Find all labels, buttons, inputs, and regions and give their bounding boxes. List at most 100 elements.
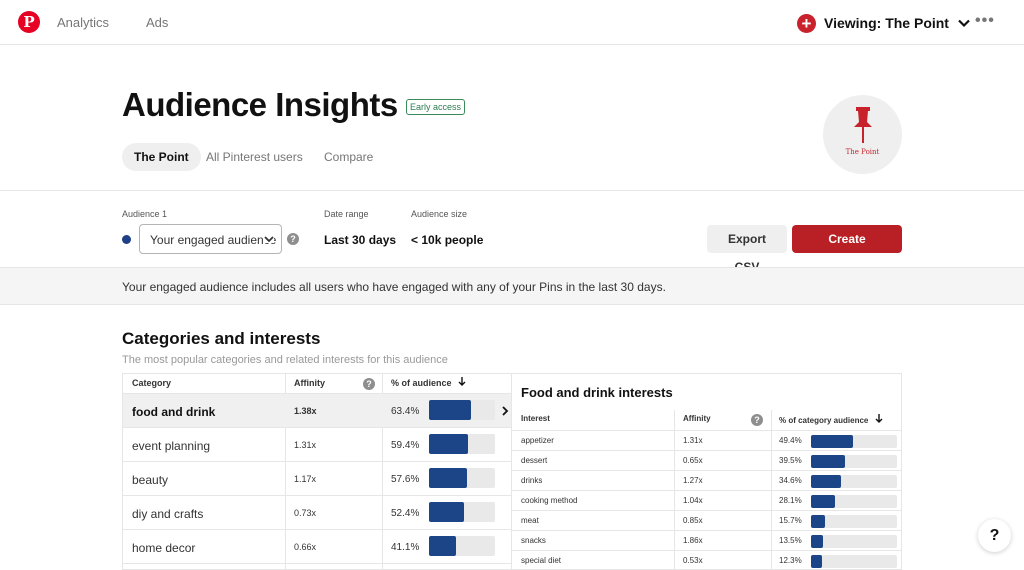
page-title: Audience Insights bbox=[122, 86, 398, 123]
interests-table: Food and drink interests Interest Affini… bbox=[512, 373, 902, 570]
column-header-label: % of audience bbox=[391, 378, 452, 388]
pinterest-logo-icon[interactable]: P bbox=[18, 11, 40, 33]
help-button[interactable]: ? bbox=[978, 519, 1011, 552]
category-bar-fill bbox=[811, 555, 822, 568]
interest-row[interactable]: dessert 0.65x 39.5% bbox=[512, 450, 901, 470]
create-plus-icon[interactable]: + bbox=[797, 13, 816, 33]
audience-bar-fill bbox=[429, 536, 457, 556]
interest-percent: 28.1% bbox=[779, 496, 802, 505]
column-header-affinity[interactable]: Affinity bbox=[683, 414, 711, 423]
category-bar-track bbox=[811, 515, 897, 528]
category-bar-fill bbox=[811, 475, 841, 488]
early-access-badge: Early access bbox=[406, 99, 466, 115]
chevron-down-icon bbox=[264, 235, 274, 243]
interest-percent: 39.5% bbox=[779, 456, 802, 465]
category-row[interactable]: diy and crafts 0.73x 52.4% bbox=[123, 495, 511, 529]
category-name: home decor bbox=[132, 541, 196, 555]
column-header-category[interactable]: Category bbox=[132, 374, 171, 393]
interest-name: snacks bbox=[521, 536, 546, 545]
account-switcher[interactable]: + Viewing: The Point bbox=[797, 12, 971, 34]
audience-select[interactable]: Your engaged audience bbox=[139, 224, 282, 254]
audience-bar-track bbox=[429, 434, 495, 454]
interest-name: meat bbox=[521, 516, 539, 525]
audience-bar-fill bbox=[429, 400, 471, 420]
category-affinity: 1.38x bbox=[294, 406, 317, 416]
interest-row[interactable]: special diet 0.53x 12.3% bbox=[512, 550, 901, 569]
tab-all-pinterest-users[interactable]: All Pinterest users bbox=[194, 143, 315, 171]
category-percent: 63.4% bbox=[391, 406, 420, 417]
category-percent: 59.4% bbox=[391, 440, 420, 451]
category-affinity: 1.17x bbox=[294, 474, 317, 484]
pushpin-icon bbox=[854, 107, 872, 143]
category-bar-fill bbox=[811, 535, 823, 548]
interest-row[interactable]: appetizer 1.31x 49.4% bbox=[512, 430, 901, 450]
sort-arrow-down-icon[interactable] bbox=[875, 414, 883, 423]
chevron-down-icon[interactable] bbox=[957, 16, 971, 30]
header-divider bbox=[0, 190, 1024, 191]
interest-row[interactable]: drinks 1.27x 34.6% bbox=[512, 470, 901, 490]
interests-title: Food and drink interests bbox=[521, 385, 673, 400]
interest-row[interactable]: meat 0.85x 15.7% bbox=[512, 510, 901, 530]
category-row[interactable] bbox=[123, 563, 511, 569]
category-row[interactable]: event planning 1.31x 59.4% bbox=[123, 427, 511, 461]
interest-affinity: 0.53x bbox=[683, 556, 703, 565]
category-percent: 57.6% bbox=[391, 474, 420, 485]
interest-row[interactable]: cooking method 1.04x 28.1% bbox=[512, 490, 901, 510]
audience-bar-track bbox=[429, 400, 495, 420]
interest-name: dessert bbox=[521, 456, 548, 465]
interest-affinity: 1.27x bbox=[683, 476, 703, 485]
category-name: diy and crafts bbox=[132, 507, 204, 521]
category-row[interactable]: beauty 1.17x 57.6% bbox=[123, 461, 511, 495]
interest-percent: 34.6% bbox=[779, 476, 802, 485]
tab-compare[interactable]: Compare bbox=[312, 143, 385, 171]
more-options-icon[interactable]: ••• bbox=[975, 12, 995, 30]
category-row[interactable]: food and drink 1.38x 63.4% bbox=[123, 393, 511, 427]
category-affinity: 1.31x bbox=[294, 440, 317, 450]
date-range-label: Date range bbox=[324, 209, 369, 219]
interest-percent: 13.5% bbox=[779, 536, 802, 545]
category-row[interactable]: home decor 0.66x 41.1% bbox=[123, 529, 511, 563]
nav-ads[interactable]: Ads bbox=[146, 15, 168, 30]
column-header-percent-category[interactable]: % of category audience bbox=[779, 414, 883, 425]
sort-arrow-down-icon[interactable] bbox=[458, 377, 466, 386]
top-navigation-bar: P Analytics Ads + Viewing: The Point ••• bbox=[0, 0, 1024, 45]
category-percent: 41.1% bbox=[391, 542, 420, 553]
audience-size-value: < 10k people bbox=[411, 233, 484, 247]
date-range-value[interactable]: Last 30 days bbox=[324, 233, 396, 247]
create-campaign-button[interactable]: Create campaign bbox=[792, 225, 902, 274]
interest-affinity: 0.65x bbox=[683, 456, 703, 465]
help-icon[interactable]: ? bbox=[363, 378, 375, 390]
interest-name: special diet bbox=[521, 556, 562, 565]
section-title: Categories and interests bbox=[122, 329, 321, 348]
category-bar-track bbox=[811, 455, 897, 468]
chevron-right-icon bbox=[502, 406, 509, 416]
export-csv-button[interactable]: Export CSV bbox=[707, 225, 787, 274]
help-icon[interactable]: ? bbox=[751, 414, 763, 426]
category-bar-track bbox=[811, 495, 897, 508]
section-subtitle: The most popular categories and related … bbox=[122, 354, 448, 366]
column-header-affinity[interactable]: Affinity bbox=[294, 374, 325, 393]
category-bar-track bbox=[811, 475, 897, 488]
audience-info-text: Your engaged audience includes all users… bbox=[122, 280, 666, 294]
category-bar-fill bbox=[811, 455, 845, 468]
audience-bar-fill bbox=[429, 502, 464, 522]
viewing-account-label: Viewing: The Point bbox=[824, 15, 949, 31]
column-header-percent-audience[interactable]: % of audience bbox=[391, 374, 466, 393]
audience-bar-fill bbox=[429, 468, 468, 488]
interest-affinity: 1.31x bbox=[683, 436, 703, 445]
brand-name: The Point bbox=[845, 148, 880, 156]
nav-analytics[interactable]: Analytics bbox=[57, 15, 109, 30]
tab-the-point[interactable]: The Point bbox=[122, 143, 201, 171]
help-icon[interactable]: ? bbox=[287, 233, 299, 245]
category-name: food and drink bbox=[132, 405, 216, 419]
audience-bar-track bbox=[429, 468, 495, 488]
interest-percent: 15.7% bbox=[779, 516, 802, 525]
interest-affinity: 1.86x bbox=[683, 536, 703, 545]
interest-name: drinks bbox=[521, 476, 543, 485]
audience-select-value: Your engaged audience bbox=[150, 233, 277, 247]
interest-percent: 49.4% bbox=[779, 436, 802, 445]
interest-row[interactable]: snacks 1.86x 13.5% bbox=[512, 530, 901, 550]
column-header-label: % of category audience bbox=[779, 416, 869, 425]
column-header-interest[interactable]: Interest bbox=[521, 414, 550, 423]
category-bar-fill bbox=[811, 515, 825, 528]
